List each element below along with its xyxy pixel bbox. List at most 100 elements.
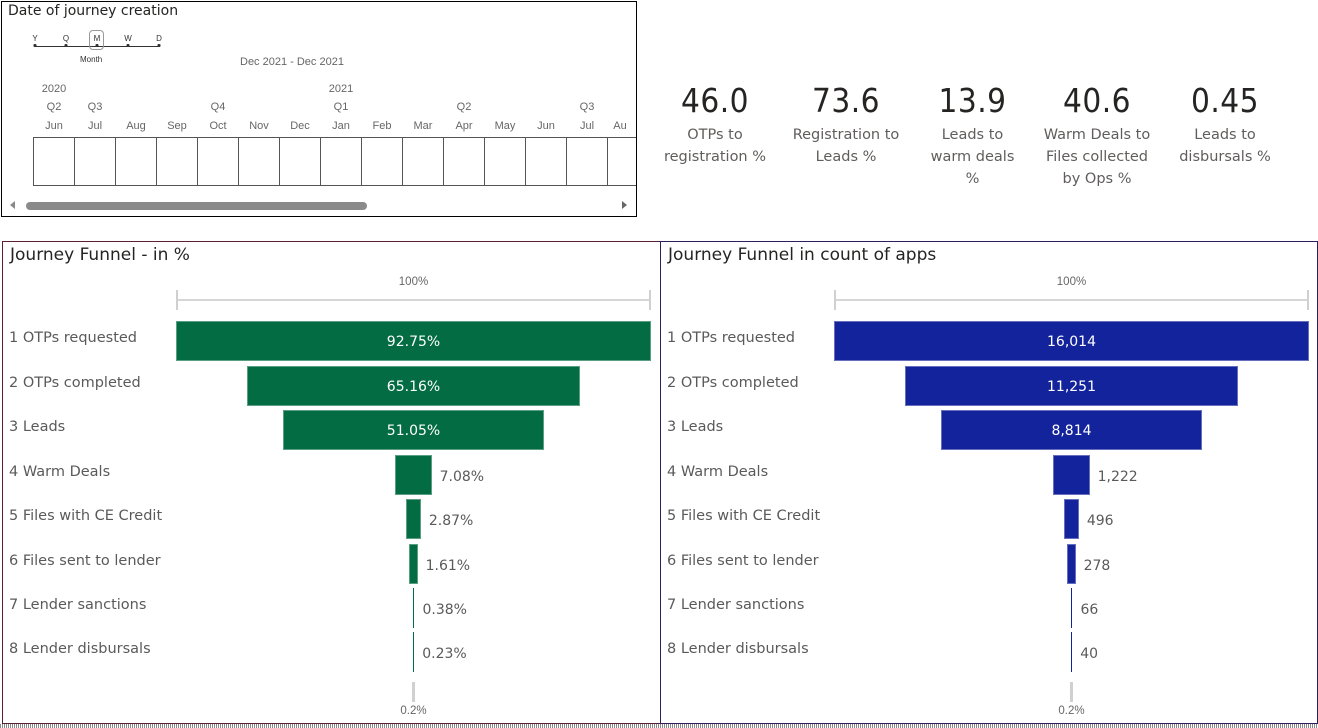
scroll-left-arrow-icon[interactable] xyxy=(10,201,15,209)
timeline-month-label: Jul xyxy=(87,120,103,132)
timeline-month-label: Nov xyxy=(249,120,269,132)
scroll-right-arrow-icon[interactable] xyxy=(622,201,627,209)
funnel-category-label: 6 Files sent to lender xyxy=(9,552,161,569)
kpi-card: 73.6 Registration to Leads % xyxy=(786,80,906,168)
granularity-caption: Month xyxy=(80,55,103,64)
funnel-bar[interactable] xyxy=(1053,454,1090,495)
kpi-card: 40.6 Warm Deals to Files collected by Op… xyxy=(1037,80,1157,190)
granularity-option-w[interactable]: W xyxy=(124,34,132,43)
kpi-label: Registration to Leads % xyxy=(792,127,900,165)
kpi-value: 13.9 xyxy=(938,81,1007,120)
granularity-tick[interactable] xyxy=(33,44,37,47)
funnel-bar[interactable] xyxy=(1064,499,1079,539)
granularity-option-d[interactable]: D xyxy=(156,34,162,43)
funnel-bar[interactable] xyxy=(412,588,415,628)
slicer-title: Date of journey creation xyxy=(8,3,179,19)
funnel-bar[interactable] xyxy=(409,543,418,584)
axis-top-line xyxy=(176,299,651,301)
funnel-value-label: 40 xyxy=(1080,646,1099,662)
timeline-month-cell[interactable] xyxy=(74,137,116,186)
granularity-tick[interactable] xyxy=(157,44,161,47)
timeline-month-label: Jan xyxy=(332,120,350,132)
funnel-category-label: 7 Lender sanctions xyxy=(9,597,147,613)
funnel-value-label: 16,014 xyxy=(1047,334,1096,350)
kpi-card: 13.9 Leads to warm deals % xyxy=(915,80,1030,190)
axis-top-line xyxy=(834,299,1309,301)
page-bottom-edge xyxy=(0,724,1318,728)
timeline-month-label: Jun xyxy=(537,120,555,132)
funnel-category-label: 3 Leads xyxy=(667,419,724,435)
funnel-percent-title: Journey Funnel - in % xyxy=(10,245,190,265)
timeline-month-cell[interactable] xyxy=(566,137,608,186)
funnel-value-label: 66 xyxy=(1080,602,1099,618)
funnel-category-label: 2 OTPs completed xyxy=(667,374,799,391)
timeline-month-cell[interactable] xyxy=(402,137,444,186)
timeline-month-cell[interactable] xyxy=(33,137,75,186)
timeline-month-cell[interactable] xyxy=(484,137,526,186)
funnel-category-label: 1 OTPs requested xyxy=(667,330,796,346)
timeline-month-label: Oct xyxy=(209,120,227,132)
granularity-tick[interactable] xyxy=(126,44,130,47)
timeline-month-label: Apr xyxy=(455,120,473,132)
granularity-tick[interactable] xyxy=(95,44,99,47)
timeline-month-cell[interactable] xyxy=(525,137,567,186)
funnel-bar[interactable] xyxy=(1070,632,1073,672)
funnel-category-label: 8 Lender disbursals xyxy=(667,641,809,657)
axis-top-tick-right xyxy=(649,290,651,310)
timeline-cells xyxy=(33,137,636,187)
timeline-month-label: Jul xyxy=(579,120,595,132)
timeline-quarter-label: Q2 xyxy=(456,101,472,113)
funnel-bar[interactable] xyxy=(395,454,432,495)
date-range-label: Dec 2021 - Dec 2021 xyxy=(240,56,344,68)
funnel-category-label: 5 Files with CE Credit xyxy=(667,508,821,524)
funnel-bar[interactable] xyxy=(1070,588,1073,628)
timeline-month-cell[interactable] xyxy=(279,137,321,186)
kpi-label: Leads to disbursals % xyxy=(1179,127,1271,165)
granularity-tick[interactable] xyxy=(64,44,68,47)
funnel-value-label: 1,222 xyxy=(1097,468,1138,485)
timeline-quarter-label: Q2 xyxy=(46,101,62,113)
funnel-value-label: 2.87% xyxy=(428,513,474,529)
funnel-value-label: 8,814 xyxy=(1051,423,1092,439)
funnel-bar[interactable] xyxy=(412,632,415,672)
funnel-category-label: 7 Lender sanctions xyxy=(667,597,805,613)
granularity-option-m[interactable]: M xyxy=(94,34,101,43)
kpi-card: 0.45 Leads to disbursals % xyxy=(1165,80,1285,168)
axis-bottom-tick xyxy=(412,682,415,702)
kpi-label: Warm Deals to Files collected by Ops % xyxy=(1043,127,1151,187)
axis-bottom-label: 0.2% xyxy=(1058,705,1085,717)
funnel-value-label: 1.61% xyxy=(425,557,471,574)
axis-top-label: 100% xyxy=(1056,276,1087,288)
funnel-category-label: 2 OTPs completed xyxy=(9,374,141,391)
timeline-month-cell[interactable] xyxy=(115,137,157,186)
timeline-quarter-label: Q3 xyxy=(87,101,103,113)
granularity-option-y[interactable]: Y xyxy=(32,34,37,43)
timeline-quarter-label: Q3 xyxy=(579,101,595,113)
timeline-month-cell[interactable] xyxy=(361,137,403,186)
funnel-category-label: 8 Lender disbursals xyxy=(9,641,151,657)
timeline-month-cell[interactable] xyxy=(320,137,362,186)
timeline-month-cell[interactable] xyxy=(443,137,485,186)
funnel-value-label: 0.38% xyxy=(422,602,467,618)
kpi-value: 46.0 xyxy=(680,81,750,120)
funnel-value-label: 7.08% xyxy=(439,468,485,485)
timeline-month-cell[interactable] xyxy=(238,137,280,186)
funnel-category-label: 6 Files sent to lender xyxy=(667,552,819,569)
timeline-month-cell[interactable] xyxy=(607,137,636,186)
funnel-bar[interactable] xyxy=(1067,543,1076,584)
funnel-value-label: 65.16% xyxy=(386,378,441,395)
kpi-label: OTPs to registration % xyxy=(663,127,767,165)
funnel-category-label: 4 Warm Deals xyxy=(9,463,111,480)
timeline-quarter-label: Q4 xyxy=(210,101,226,113)
funnel-bar[interactable] xyxy=(406,499,421,539)
granularity-option-q[interactable]: Q xyxy=(63,34,69,43)
timeline-month-cell[interactable] xyxy=(197,137,239,186)
timeline-month-cell[interactable] xyxy=(156,137,198,186)
kpi-value: 73.6 xyxy=(811,81,881,120)
kpi-label: Leads to warm deals % xyxy=(930,127,1015,187)
scrollbar-thumb[interactable] xyxy=(26,202,367,210)
axis-top-tick-right xyxy=(1307,290,1309,310)
funnel-category-label: 1 OTPs requested xyxy=(9,330,138,346)
funnel-category-label: 5 Files with CE Credit xyxy=(9,508,163,524)
funnel-value-label: 11,251 xyxy=(1047,378,1096,395)
